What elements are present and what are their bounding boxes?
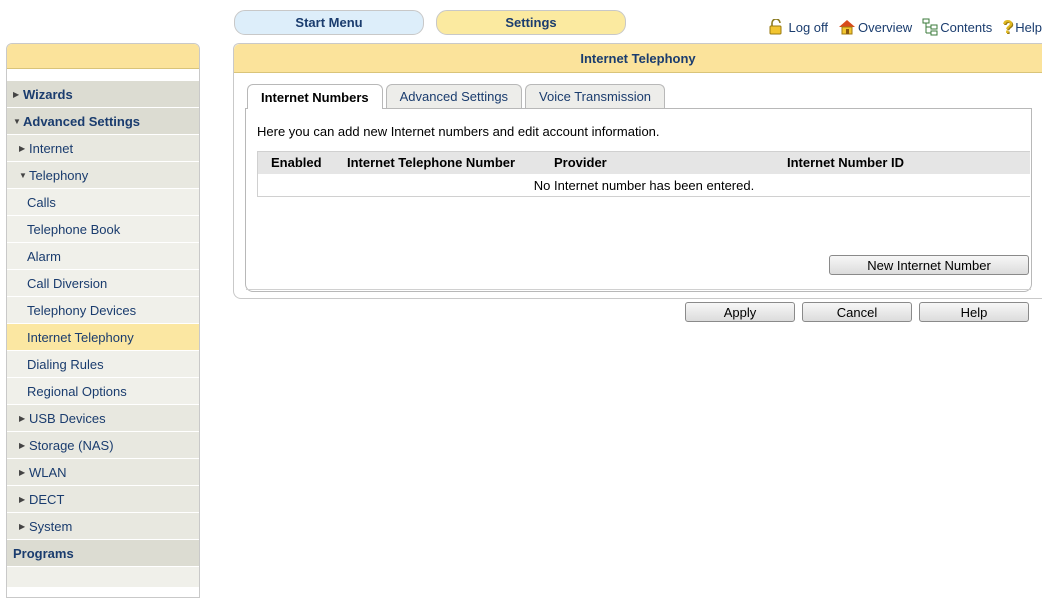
numbers-table: Enabled Internet Telephone Number Provid… [257,151,1030,197]
sidebar-item-label: Advanced Settings [23,113,141,129]
home-icon [839,20,856,35]
triangle-right-icon: ▶ [19,143,26,153]
apply-button[interactable]: Apply [685,302,795,322]
sidebar-item-label: System [29,518,73,534]
question-icon: ? [1002,17,1014,37]
triangle-right-icon: ▶ [19,440,26,450]
sidebar-item-label: Internet [29,140,74,156]
settings-tab[interactable]: Settings [436,10,626,35]
sidebar-item-telephone-book[interactable]: Telephone Book [7,216,199,243]
table-header: Enabled Internet Telephone Number Provid… [258,152,1030,174]
sidebar-item-label: Calls [27,194,56,210]
empty-message: No Internet number has been entered. [533,177,755,193]
tab-content: Here you can add new Internet numbers an… [245,108,1032,322]
triangle-down-icon: ▼ [13,116,21,126]
triangle-down-icon: ▼ [19,170,27,180]
triangle-right-icon: ▶ [19,494,26,504]
tab-bar: Internet Numbers Advanced Settings Voice… [247,84,666,109]
sidebar-item-call-diversion[interactable]: Call Diversion [7,270,199,297]
overview-link[interactable]: Overview [838,18,912,36]
sidebar-item-wizards[interactable]: ▶ Wizards [7,81,199,108]
sidebar-item-internet-telephony[interactable]: Internet Telephony [7,324,199,351]
start-menu-tab[interactable]: Start Menu [234,10,424,35]
tab-voice-transmission[interactable]: Voice Transmission [525,84,666,108]
tab-advanced-settings[interactable]: Advanced Settings [385,84,523,108]
tab-internet-numbers[interactable]: Internet Numbers [247,84,383,109]
sidebar-item-label: Telephone Book [27,221,121,237]
sidebar-item-dialing-rules[interactable]: Dialing Rules [7,351,199,378]
sidebar-item-label: Call Diversion [27,275,108,291]
sitemap-icon [922,18,938,36]
sidebar-item-label: DECT [29,491,65,507]
page-title: Internet Telephony [234,44,1042,73]
sidebar-item-programs[interactable]: Programs [7,540,199,567]
column-header-provider: Provider [554,155,607,170]
sidebar-item-label: Storage (NAS) [29,437,114,453]
sidebar-item-alarm[interactable]: Alarm [7,243,199,270]
sidebar-item-calls[interactable]: Calls [7,189,199,216]
main-panel: Internet Telephony Internet Numbers Adva… [233,43,1042,322]
sidebar-item-storage-nas[interactable]: ▶ Storage (NAS) [7,432,199,459]
sidebar-header [7,44,199,69]
new-internet-number-button[interactable]: New Internet Number [829,255,1029,275]
sidebar-item-wlan[interactable]: ▶ WLAN [7,459,199,486]
top-links: Log off Overview Contents ? Help [650,18,1042,36]
help-link[interactable]: ? Help [1002,18,1042,36]
help-button[interactable]: Help [919,302,1029,322]
sidebar: ▶ Wizards ▼ Advanced Settings ▶ Internet ▼ Tele… [6,43,200,598]
sidebar-item-label: WLAN [29,464,67,480]
sidebar-menu: ▶ Wizards ▼ Advanced Settings ▶ Internet ▼ Tele… [7,81,199,567]
triangle-right-icon: ▶ [19,521,26,531]
column-header-number-id: Internet Number ID [787,155,905,170]
contents-label: Contents [940,19,993,35]
sidebar-item-label: USB Devices [29,410,106,426]
lock-icon [769,19,782,35]
sidebar-item-regional-options[interactable]: Regional Options [7,378,199,405]
sidebar-item-label: Telephony [29,167,89,183]
triangle-right-icon: ▶ [13,89,20,99]
sidebar-item-dect[interactable]: ▶ DECT [7,486,199,513]
sidebar-item-label: Regional Options [27,383,127,399]
sidebar-item-label: Wizards [23,86,73,102]
sidebar-item-telephony[interactable]: ▼ Telephony [7,162,199,189]
sidebar-item-internet[interactable]: ▶ Internet [7,135,199,162]
logoff-label: Log off [788,19,829,35]
intro-text: Here you can add new Internet numbers an… [257,124,660,139]
sidebar-item-label: Telephony Devices [27,302,137,318]
cancel-button[interactable]: Cancel [802,302,912,322]
sidebar-item-label: Programs [13,545,74,561]
sidebar-item-system[interactable]: ▶ System [7,513,199,540]
sidebar-item-telephony-devices[interactable]: Telephony Devices [7,297,199,324]
sidebar-item-usb-devices[interactable]: ▶ USB Devices [7,405,199,432]
sidebar-item-label: Internet Telephony [27,329,134,345]
column-header-number: Internet Telephone Number [347,155,516,170]
triangle-right-icon: ▶ [19,413,26,423]
logoff-link[interactable]: Log off [768,18,828,36]
overview-label: Overview [858,19,913,35]
empty-table-row: No Internet number has been entered. [258,174,1030,196]
contents-link[interactable]: Contents [922,18,992,36]
help-label: Help [1015,19,1042,35]
sidebar-item-advanced-settings[interactable]: ▼ Advanced Settings [7,108,199,135]
sidebar-item-label: Alarm [27,248,61,264]
column-header-enabled: Enabled [271,155,322,170]
sidebar-item-label: Dialing Rules [27,356,104,372]
triangle-right-icon: ▶ [19,467,26,477]
